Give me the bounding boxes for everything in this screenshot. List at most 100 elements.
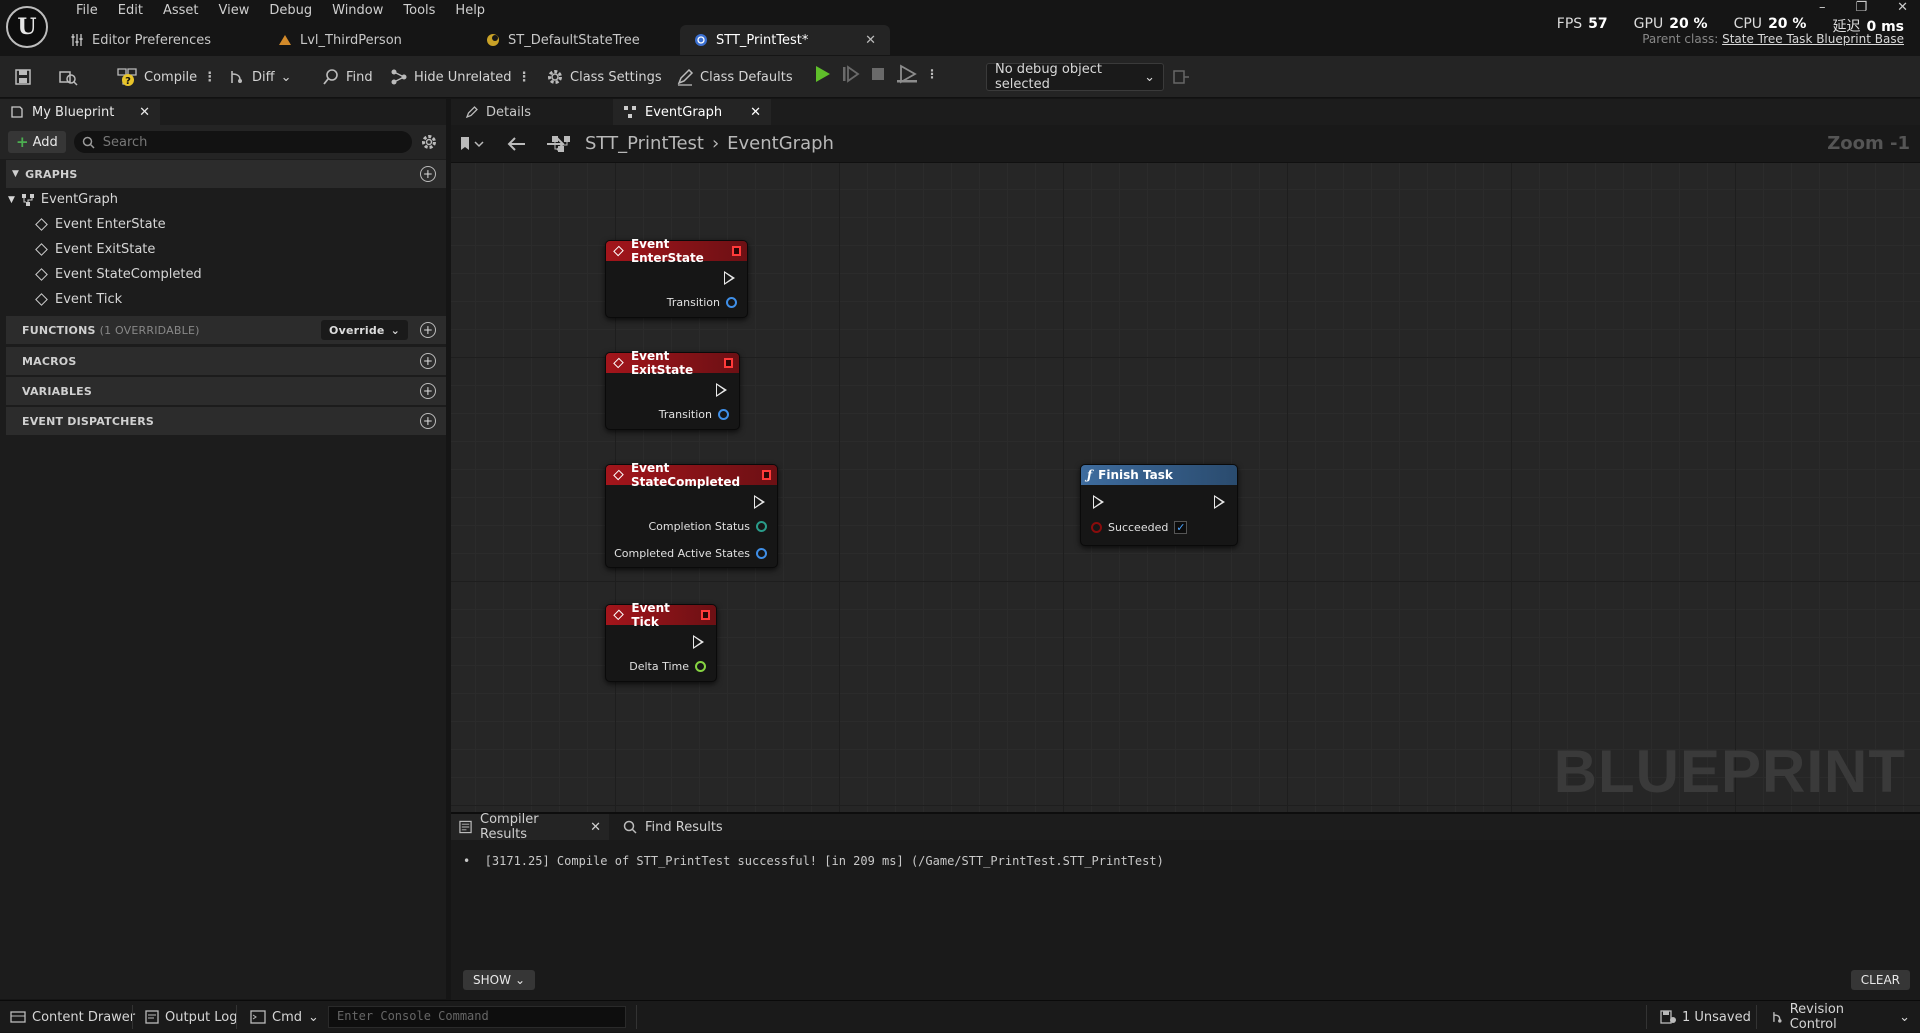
close-icon[interactable]: ✕	[139, 105, 150, 120]
simulate-icon[interactable]	[896, 64, 918, 84]
node-event-exitstate[interactable]: Event ExitState Transition	[605, 349, 740, 430]
node-event-tick[interactable]: Event Tick Delta Time	[605, 601, 717, 682]
add-button[interactable]: + Add	[8, 131, 66, 153]
pin-transition[interactable]: Transition	[667, 296, 737, 309]
node-finish-task[interactable]: ƒ Finish Task Succeeded ✓	[1080, 464, 1238, 546]
add-variable-icon[interactable]: +	[420, 383, 436, 399]
node-event-enterstate[interactable]: Event EnterState Transition	[605, 237, 748, 318]
pin-transition[interactable]: Transition	[659, 408, 729, 421]
exec-out-pin[interactable]	[724, 271, 735, 285]
close-window-icon[interactable]: ✕	[1897, 0, 1908, 15]
tab-st-defaultstatetree[interactable]: ST_DefaultStateTree	[472, 25, 680, 55]
cmd-dropdown[interactable]: Cmd ⌄	[240, 1001, 329, 1033]
debug-browse-button[interactable]	[1172, 65, 1190, 89]
hide-unrelated-button[interactable]: Hide Unrelated ⋮	[390, 65, 531, 89]
play-icon[interactable]	[812, 64, 832, 84]
close-icon[interactable]: ✕	[590, 820, 601, 835]
close-icon[interactable]: ✕	[750, 105, 761, 120]
succeeded-checkbox[interactable]: ✓	[1174, 521, 1188, 534]
graph-canvas[interactable]: Event EnterState Transition Event ExitSt…	[451, 163, 1920, 812]
struct-pin-icon[interactable]	[756, 548, 767, 559]
play-options-icon[interactable]: ⋮	[926, 67, 938, 81]
exec-in-pin[interactable]	[1093, 495, 1104, 509]
exec-out-pin[interactable]	[754, 495, 765, 509]
menu-debug[interactable]: Debug	[259, 2, 322, 20]
enum-pin-icon[interactable]	[756, 521, 767, 532]
menu-window[interactable]: Window	[322, 2, 393, 20]
revision-control-button[interactable]: Revision Control ⌄	[1760, 1001, 1920, 1033]
menu-help[interactable]: Help	[445, 2, 495, 20]
delegate-pin[interactable]	[724, 358, 733, 368]
tab-compiler-results[interactable]: Compiler Results ✕	[451, 812, 609, 842]
browse-button[interactable]	[58, 65, 78, 89]
menu-view[interactable]: View	[209, 2, 260, 20]
restore-icon[interactable]: ❐	[1855, 0, 1867, 15]
breadcrumb-item[interactable]: EventGraph	[727, 133, 834, 154]
bookmark-icon[interactable]	[459, 136, 485, 152]
minimize-icon[interactable]: –	[1819, 0, 1826, 15]
gear-icon[interactable]	[420, 133, 438, 151]
bool-pin-icon[interactable]	[1091, 522, 1102, 533]
struct-pin-icon[interactable]	[718, 409, 729, 420]
menu-file[interactable]: File	[66, 2, 108, 20]
search-input[interactable]: Search	[73, 131, 412, 153]
functions-section[interactable]: FUNCTIONS (1 OVERRIDABLE) Override ⌄ +	[6, 316, 446, 344]
class-settings-button[interactable]: Class Settings	[546, 65, 662, 89]
save-button[interactable]	[14, 65, 32, 89]
node-header[interactable]: Event ExitState	[606, 349, 739, 377]
pin-succeeded[interactable]: Succeeded ✓	[1091, 521, 1188, 534]
parent-class-link[interactable]: State Tree Task Blueprint Base	[1722, 32, 1904, 46]
add-graph-icon[interactable]: +	[420, 166, 436, 182]
close-icon[interactable]: ✕	[865, 33, 876, 48]
menu-edit[interactable]: Edit	[108, 2, 153, 20]
compile-button[interactable]: ? Compile ⋮	[116, 65, 216, 89]
step-icon[interactable]	[840, 64, 860, 84]
unsaved-button[interactable]: 1 Unsaved	[1650, 1001, 1761, 1033]
unreal-logo-icon[interactable]: U	[6, 6, 48, 48]
delegate-pin[interactable]	[762, 470, 771, 480]
tree-eventgraph[interactable]: ▼ EventGraph	[8, 192, 118, 207]
pin-completion-status[interactable]: Completion Status	[648, 520, 767, 533]
debug-object-select[interactable]: No debug object selected ⌄	[986, 62, 1164, 92]
delegate-pin[interactable]	[732, 246, 741, 256]
breadcrumb-item[interactable]: STT_PrintTest	[585, 133, 704, 154]
graphs-section[interactable]: ▼ GRAPHS +	[6, 160, 446, 188]
console-command-input[interactable]: Enter Console Command	[328, 1006, 626, 1028]
output-log-button[interactable]: Output Log	[135, 1001, 248, 1033]
node-header[interactable]: Event Tick	[606, 601, 716, 629]
delegate-pin[interactable]	[700, 610, 710, 620]
add-macro-icon[interactable]: +	[420, 353, 436, 369]
tab-editor-preferences[interactable]: Editor Preferences	[56, 25, 264, 55]
class-defaults-button[interactable]: Class Defaults	[676, 65, 793, 89]
add-dispatcher-icon[interactable]: +	[420, 413, 436, 429]
back-arrow-icon[interactable]	[507, 136, 527, 152]
compile-options-icon[interactable]: ⋮	[203, 70, 216, 85]
tree-event-exitstate[interactable]: Event ExitState	[34, 242, 155, 257]
tab-stt-printtest[interactable]: STT_PrintTest* ✕	[680, 25, 890, 55]
add-function-icon[interactable]: +	[420, 322, 436, 338]
menu-asset[interactable]: Asset	[153, 2, 209, 20]
variables-section[interactable]: VARIABLES +	[6, 377, 446, 405]
tab-lvl-thirdperson[interactable]: Lvl_ThirdPerson	[264, 25, 472, 55]
tab-eventgraph[interactable]: EventGraph ✕	[613, 99, 771, 125]
override-dropdown[interactable]: Override ⌄	[321, 320, 408, 340]
tree-event-enterstate[interactable]: Event EnterState	[34, 217, 166, 232]
node-event-statecompleted[interactable]: Event StateCompleted Completion Status C…	[605, 461, 778, 568]
stop-icon[interactable]	[868, 64, 888, 84]
tab-find-results[interactable]: Find Results	[615, 814, 731, 840]
exec-out-pin[interactable]	[693, 635, 704, 649]
node-header[interactable]: ƒ Finish Task	[1081, 465, 1237, 485]
node-header[interactable]: Event EnterState	[606, 237, 747, 265]
menu-tools[interactable]: Tools	[393, 2, 445, 20]
event-dispatchers-section[interactable]: EVENT DISPATCHERS +	[6, 407, 446, 435]
content-drawer-button[interactable]: Content Drawer	[0, 1001, 145, 1033]
hide-unrelated-options-icon[interactable]: ⋮	[518, 70, 531, 85]
tab-details[interactable]: Details	[455, 99, 541, 125]
tree-event-statecompleted[interactable]: Event StateCompleted	[34, 267, 202, 282]
macros-section[interactable]: MACROS +	[6, 347, 446, 375]
pin-completed-active-states[interactable]: Completed Active States	[614, 547, 767, 560]
struct-pin-icon[interactable]	[726, 297, 737, 308]
tree-event-tick[interactable]: Event Tick	[34, 292, 122, 307]
pin-delta-time[interactable]: Delta Time	[629, 660, 706, 673]
node-header[interactable]: Event StateCompleted	[606, 461, 777, 489]
